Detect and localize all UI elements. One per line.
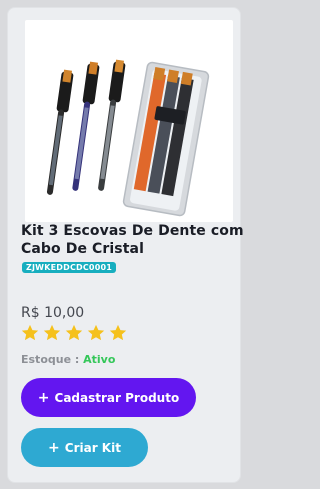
product-title: Kit 3 Escovas De Dente com Cabo De Crist… <box>21 223 244 257</box>
toothbrush-black-icon <box>46 69 74 195</box>
star-icon <box>65 324 83 341</box>
star-icon <box>21 324 39 341</box>
rating-stars <box>20 323 128 347</box>
stock-label: Estoque : <box>21 353 80 366</box>
plus-icon: + <box>48 439 60 456</box>
toothbrush-dark-icon <box>98 59 126 191</box>
star-icon <box>109 324 127 341</box>
toothbrush-purple-icon <box>72 61 100 191</box>
stock-active-value: Ativo <box>83 353 116 366</box>
create-kit-label: Criar Kit <box>64 440 121 455</box>
register-product-button[interactable]: + Cadastrar Produto <box>21 378 196 417</box>
stock-status: Estoque : Ativo <box>21 353 115 366</box>
toothbrush-kit-product-image <box>46 59 210 217</box>
create-kit-button[interactable]: + Criar Kit <box>21 428 148 467</box>
package-box-icon <box>122 61 210 217</box>
star-icon <box>43 324 61 341</box>
sku-badge: ZJWKEDDCDC0001 <box>22 262 116 273</box>
product-price: R$ 10,00 <box>21 305 85 321</box>
star-icon <box>87 324 105 341</box>
plus-icon: + <box>37 389 50 406</box>
register-product-label: Cadastrar Produto <box>54 390 180 405</box>
product-card: Kit 3 Escovas De Dente com Cabo De Crist… <box>7 7 244 483</box>
product-image[interactable] <box>25 20 233 222</box>
